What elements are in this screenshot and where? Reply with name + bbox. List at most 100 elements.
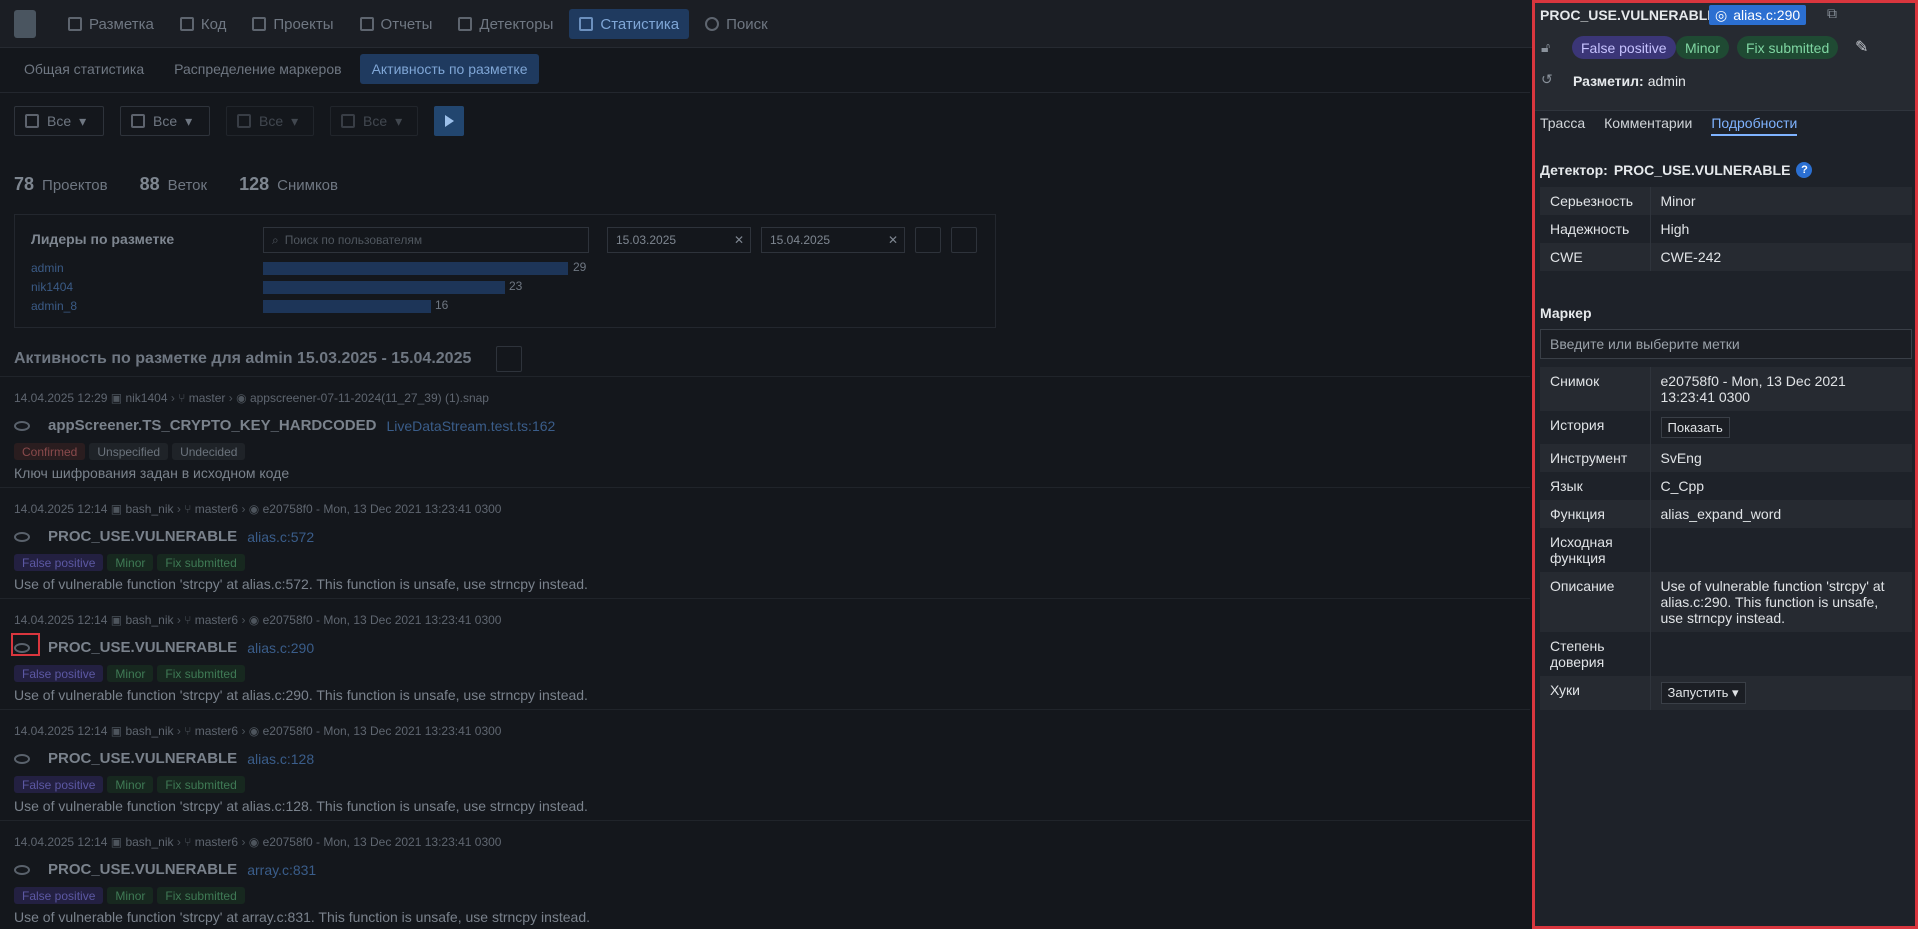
panel-title: PROC_USE.VULNERABLE	[1540, 7, 1717, 23]
entry-meta: 14.04.2025 12:14 ▣ bash_nik › ⑂ master6 …	[14, 502, 502, 516]
help-icon[interactable]: ?	[1796, 162, 1813, 178]
edit-icon[interactable]: ✎	[1855, 37, 1868, 57]
status-pill[interactable]: False positive	[1572, 36, 1676, 59]
nav-code[interactable]: Код	[170, 9, 237, 39]
entry-tags: Confirmed Unspecified Undecided	[14, 443, 246, 460]
detail-row: Описание Use of vulnerable function 'strc…	[1540, 572, 1912, 632]
show-history-button[interactable]: Показать	[1660, 417, 1730, 438]
entry-description: Ключ шифрования задан в исходном коде	[14, 465, 290, 481]
entry-description: Use of vulnerable function 'strcpy' at a…	[14, 687, 588, 703]
app-logo[interactable]	[14, 10, 36, 38]
code-icon	[179, 17, 194, 31]
tab-general-stats[interactable]: Общая статистика	[12, 54, 156, 84]
report-icon	[359, 17, 374, 31]
chart-icon	[579, 17, 594, 31]
chevron-down-icon: ▾	[185, 112, 193, 129]
filter-bar: Все ▾ Все ▾ Все ▾ Все ▾	[14, 106, 464, 136]
status-badge: False positive	[14, 665, 104, 682]
tab-details[interactable]: Подробности	[1711, 115, 1798, 136]
entry-description: Use of vulnerable function 'strcpy' at a…	[14, 798, 588, 814]
entry-location-link[interactable]: alias.c:128	[247, 751, 314, 767]
nav-detectors[interactable]: Детекторы	[448, 9, 563, 39]
snapshot-filter[interactable]: Все ▾	[330, 106, 418, 136]
user-search-input[interactable]: ⌕ Поиск по пользователям	[263, 227, 589, 253]
date-to-input[interactable]: 15.04.2025 ✕	[761, 227, 905, 253]
entry-location-link[interactable]: array.c:831	[247, 862, 316, 878]
entry-meta: 14.04.2025 12:29 ▣ nik1404 › ⑂ master › …	[14, 391, 489, 405]
leader-value: 23	[509, 279, 523, 293]
entry-location-link[interactable]: LiveDataStream.test.ts:162	[386, 418, 555, 434]
leader-value: 16	[435, 298, 449, 312]
tab-trace[interactable]: Трасса	[1540, 115, 1585, 136]
marker-label: Маркер	[1540, 305, 1592, 321]
detector-heading: Детектор: PROC_USE.VULNERABLE?	[1540, 162, 1813, 178]
date-from-input[interactable]: 15.03.2025 ✕	[607, 227, 751, 253]
entry-location-link[interactable]: alias.c:290	[247, 640, 314, 656]
leader-user[interactable]: admin_8	[31, 299, 77, 313]
activity-download-button[interactable]	[496, 346, 522, 372]
entry-name: PROC_USE.VULNERABLE alias.c:290	[14, 639, 314, 656]
prop-row: Серьезность Minor	[1540, 187, 1912, 215]
alert-icon	[458, 17, 473, 31]
nav-search[interactable]: Поиск	[695, 9, 778, 39]
clear-icon[interactable]: ✕	[888, 233, 898, 247]
highlight-box	[11, 633, 40, 656]
branch-filter[interactable]: Все ▾	[226, 106, 314, 136]
eye-icon[interactable]	[14, 864, 30, 875]
eye-icon[interactable]	[14, 420, 30, 431]
nav-projects[interactable]: Проекты	[242, 9, 343, 39]
projects-count: 78 Проектов	[14, 174, 108, 194]
entry-tags: False positive Minor Fix submitted	[14, 554, 245, 571]
activity-entry: 14.04.2025 12:29 ▣ nik1404 › ⑂ master › …	[0, 376, 1530, 487]
detail-row: История Показать	[1540, 411, 1912, 444]
marker-tags-input[interactable]: Введите или выберите метки	[1540, 329, 1912, 359]
history-icon: ↺	[1541, 71, 1553, 87]
activity-entry: 14.04.2025 12:14 ▣ bash_nik › ⑂ master6 …	[0, 709, 1530, 820]
location-button[interactable]: ◎ alias.c:290	[1709, 5, 1807, 25]
nav-statistics[interactable]: Статистика	[569, 9, 690, 39]
tab-markup-activity[interactable]: Активность по разметке	[359, 54, 540, 84]
nav-markup[interactable]: Разметка	[58, 9, 164, 39]
chevron-down-icon: ▾	[395, 112, 403, 129]
action-badge: Fix submitted	[157, 776, 245, 793]
status-badge: Confirmed	[14, 443, 86, 460]
eye-icon[interactable]	[14, 753, 30, 764]
finding-details: Снимок e20758f0 - Mon, 13 Dec 2021 13:23:…	[1540, 367, 1912, 710]
download-button[interactable]	[951, 227, 977, 253]
run-hooks-dropdown[interactable]: Запустить ▾	[1660, 682, 1746, 704]
severity-badge: Unspecified	[89, 443, 169, 460]
entry-tags: False positive Minor Fix submitted	[14, 887, 245, 904]
action-badge: Fix submitted	[157, 665, 245, 682]
tab-marker-distribution[interactable]: Распределение маркеров	[162, 54, 353, 84]
entry-name: PROC_USE.VULNERABLE array.c:831	[14, 861, 316, 878]
detail-row: Инструмент SvEng	[1540, 444, 1912, 472]
leader-user[interactable]: nik1404	[31, 280, 73, 294]
detail-row: Функция alias_expand_word	[1540, 500, 1912, 528]
branches-count: 88 Веток	[139, 174, 208, 194]
entry-name: appScreener.TS_CRYPTO_KEY_HARDCODED LiveD…	[14, 417, 555, 434]
external-link-icon[interactable]: ⧉	[1827, 5, 1837, 22]
leader-value: 29	[573, 260, 587, 274]
nav-reports[interactable]: Отчеты	[350, 9, 443, 39]
eye-icon[interactable]	[14, 531, 30, 542]
leader-user[interactable]: admin	[31, 261, 64, 275]
project-filter[interactable]: Все ▾	[14, 106, 104, 136]
status-badge: False positive	[14, 776, 104, 793]
group-filter[interactable]: Все ▾	[120, 106, 210, 136]
tab-comments[interactable]: Комментарии	[1604, 115, 1692, 136]
clear-icon[interactable]: ✕	[734, 233, 744, 247]
cwe-link[interactable]: CWE-242	[1650, 243, 1912, 271]
activity-title: Активность по разметке для admin 15.03.2…	[14, 350, 472, 367]
entry-meta: 14.04.2025 12:14 ▣ bash_nik › ⑂ master6 …	[14, 724, 502, 738]
entry-description: Use of vulnerable function 'strcpy' at a…	[14, 576, 588, 592]
apply-filter-button[interactable]	[434, 106, 464, 136]
action-pill[interactable]: Fix submitted	[1737, 36, 1839, 59]
status-badge: False positive	[14, 554, 104, 571]
search-icon: ⌕	[272, 232, 279, 247]
leaders-card: Лидеры по разметке ⌕ Поиск по пользовател…	[14, 214, 996, 328]
severity-pill[interactable]: Minor	[1676, 36, 1730, 59]
grid-view-button[interactable]	[915, 227, 941, 253]
unlock-icon[interactable]: 🔓︎	[1541, 39, 1550, 56]
entry-location-link[interactable]: alias.c:572	[247, 529, 314, 545]
prop-row: CWE CWE-242	[1540, 243, 1912, 271]
